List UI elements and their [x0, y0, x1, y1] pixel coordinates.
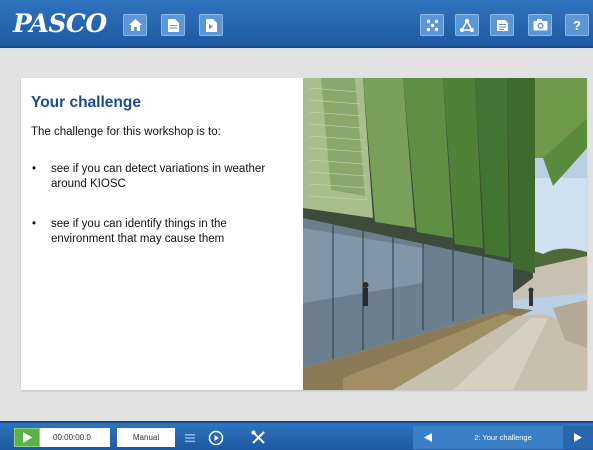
- graph-nodes-button[interactable]: [455, 14, 479, 36]
- next-page-button[interactable]: [563, 426, 593, 449]
- document-export-icon: [205, 18, 217, 32]
- pasco-logo: PASCO: [13, 9, 107, 38]
- help-icon: ?: [573, 17, 581, 33]
- building-photo-image: [303, 78, 587, 390]
- bottom-toolbar: 00:00:00.0 Manual 2: Your challenge: [0, 421, 593, 450]
- help-button[interactable]: ?: [565, 14, 589, 36]
- page-navigator: 2: Your challenge: [413, 426, 593, 449]
- journal-button[interactable]: [490, 14, 514, 36]
- clock-play-icon: [208, 430, 224, 445]
- home-button[interactable]: [123, 14, 147, 36]
- top-toolbar: PASCO ?: [0, 0, 593, 48]
- home-icon: [128, 19, 142, 31]
- new-document-button[interactable]: [161, 14, 185, 36]
- camera-icon: [533, 19, 547, 31]
- list-item: • see if you can identify things in the …: [31, 217, 291, 247]
- start-button[interactable]: [14, 428, 40, 447]
- list-item-text: see if you can identify things in the en…: [51, 218, 227, 245]
- arrow-left-icon: [424, 433, 432, 442]
- arrow-right-icon: [574, 433, 582, 442]
- play-icon: [23, 432, 32, 443]
- graph-nodes-icon: [460, 18, 474, 32]
- bullet-icon: •: [32, 218, 37, 230]
- recording-conditions-button[interactable]: [206, 428, 226, 447]
- sampling-mode-select[interactable]: Manual: [117, 428, 175, 447]
- tools-button[interactable]: [248, 428, 268, 447]
- pasco-app-window: PASCO ? Your challenge The challenge for…: [0, 0, 593, 450]
- document-icon: [167, 18, 179, 32]
- slide-panel: Your challenge The challenge for this wo…: [21, 78, 587, 390]
- challenge-list: • see if you can detect variations in we…: [31, 162, 291, 247]
- slide-text-area: Your challenge The challenge for this wo…: [21, 78, 303, 390]
- building-photo: [303, 78, 587, 390]
- sensor-network-icon: [426, 19, 438, 31]
- tools-icon: [251, 430, 265, 444]
- list-item-text: see if you can detect variations in weat…: [51, 163, 266, 190]
- elapsed-time-display: 00:00:00.0: [40, 428, 110, 447]
- current-page-label[interactable]: 2: Your challenge: [443, 426, 563, 449]
- journal-icon: [496, 19, 508, 31]
- list-item: • see if you can detect variations in we…: [31, 162, 291, 192]
- slide-title: Your challenge: [31, 94, 141, 111]
- sampling-options-button[interactable]: [183, 428, 197, 447]
- slide-intro: The challenge for this workshop is to:: [31, 126, 221, 138]
- previous-page-button[interactable]: [413, 426, 443, 449]
- camera-button[interactable]: [528, 14, 552, 36]
- menu-lines-icon: [185, 433, 195, 442]
- bullet-icon: •: [32, 163, 37, 175]
- export-document-button[interactable]: [199, 14, 223, 36]
- sensor-network-button[interactable]: [420, 14, 444, 36]
- workbook-page: Your challenge The challenge for this wo…: [0, 50, 593, 421]
